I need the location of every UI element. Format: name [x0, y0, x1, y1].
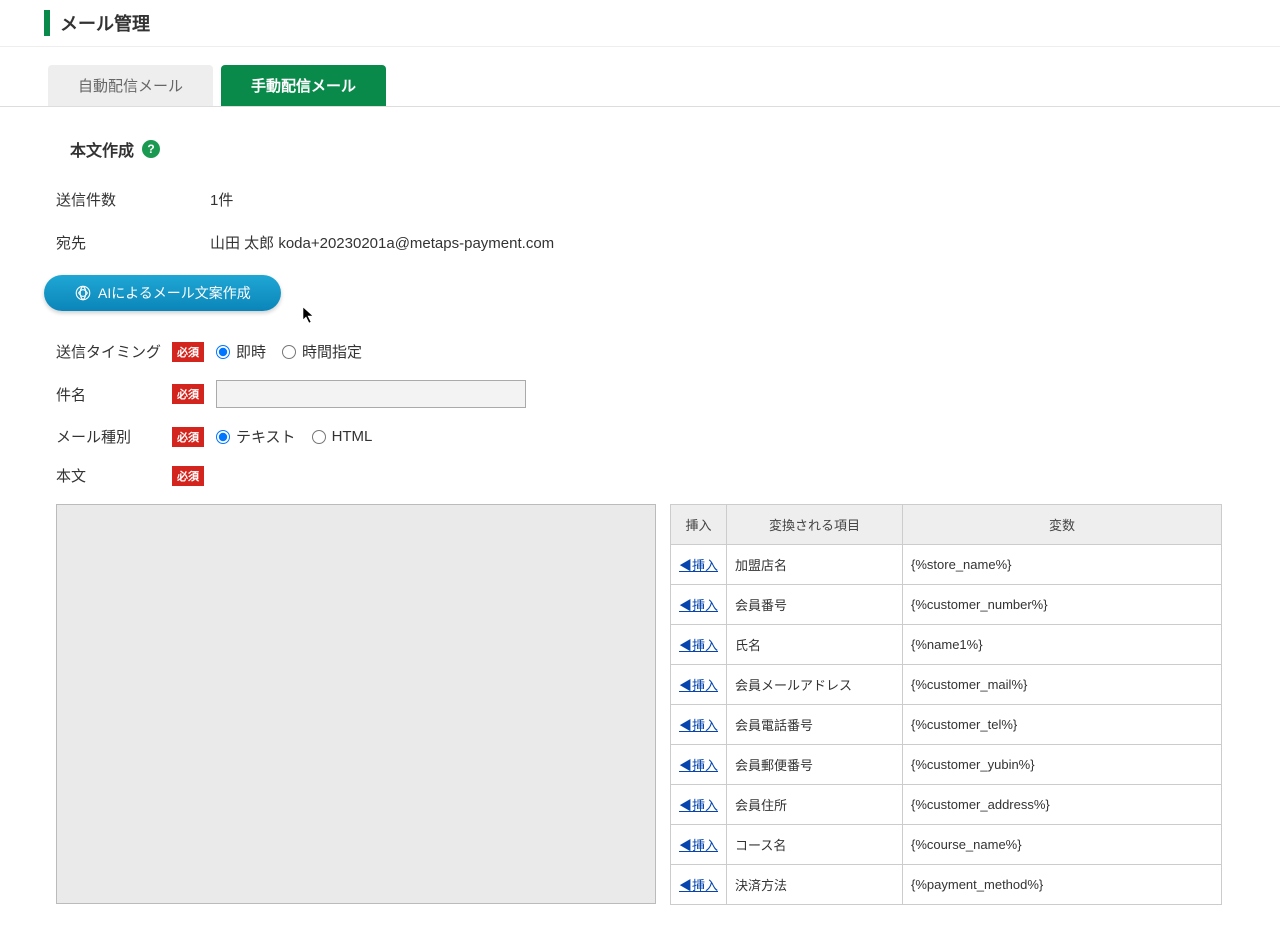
section-heading-text: 本文作成	[70, 137, 134, 161]
var-item: 氏名	[727, 625, 903, 665]
insert-link[interactable]: ◀挿入	[679, 558, 718, 573]
var-code: {%course_name%}	[903, 825, 1222, 865]
required-badge: 必須	[172, 342, 204, 362]
recipient-label: 宛先	[56, 232, 210, 253]
insert-link[interactable]: ◀挿入	[679, 758, 718, 773]
var-item: 会員番号	[727, 585, 903, 625]
mail-type-radio-html-label: HTML	[332, 428, 373, 445]
insert-link[interactable]: ◀挿入	[679, 638, 718, 653]
vars-th-var: 変数	[903, 505, 1222, 545]
insert-link[interactable]: ◀挿入	[679, 798, 718, 813]
subject-input[interactable]	[216, 380, 526, 408]
insert-link[interactable]: ◀挿入	[679, 598, 718, 613]
table-row: ◀挿入会員番号{%customer_number%}	[671, 585, 1222, 625]
send-count-row: 送信件数 1件	[56, 189, 1224, 210]
var-item: 会員電話番号	[727, 705, 903, 745]
mail-type-radio-text-label: テキスト	[236, 426, 296, 447]
mail-type-radio-html[interactable]	[312, 430, 326, 444]
recipient-value: 山田 太郎 koda+20230201a@metaps-payment.com	[210, 232, 554, 253]
timing-radio-immediate[interactable]	[216, 345, 230, 359]
mail-type-row: メール種別 必須 テキスト HTML	[56, 426, 1224, 447]
table-row: ◀挿入会員メールアドレス{%customer_mail%}	[671, 665, 1222, 705]
required-badge: 必須	[172, 466, 204, 486]
timing-radio-scheduled-label: 時間指定	[302, 341, 362, 362]
var-code: {%customer_number%}	[903, 585, 1222, 625]
section-heading: 本文作成 ?	[56, 137, 1224, 161]
timing-radio-scheduled[interactable]	[282, 345, 296, 359]
var-code: {%customer_yubin%}	[903, 745, 1222, 785]
table-row: ◀挿入会員電話番号{%customer_tel%}	[671, 705, 1222, 745]
var-item: 加盟店名	[727, 545, 903, 585]
ai-generate-button[interactable]: AIによるメール文案作成	[44, 275, 281, 311]
vars-th-insert: 挿入	[671, 505, 727, 545]
insert-link[interactable]: ◀挿入	[679, 678, 718, 693]
mail-type-radio-group: テキスト HTML	[216, 426, 382, 447]
body-label: 本文	[56, 465, 172, 486]
mail-type-radio-text[interactable]	[216, 430, 230, 444]
send-count-value: 1件	[210, 189, 233, 210]
required-badge: 必須	[172, 384, 204, 404]
var-item: コース名	[727, 825, 903, 865]
table-row: ◀挿入コース名{%course_name%}	[671, 825, 1222, 865]
timing-radio-immediate-label: 即時	[236, 341, 266, 362]
timing-row: 送信タイミング 必須 即時 時間指定	[56, 341, 1224, 362]
timing-radio-group: 即時 時間指定	[216, 341, 372, 362]
body-textarea[interactable]	[56, 504, 656, 904]
insert-link[interactable]: ◀挿入	[679, 718, 718, 733]
var-item: 会員メールアドレス	[727, 665, 903, 705]
insert-link[interactable]: ◀挿入	[679, 878, 718, 893]
table-row: ◀挿入加盟店名{%store_name%}	[671, 545, 1222, 585]
ai-icon	[74, 284, 92, 302]
table-row: ◀挿入会員郵便番号{%customer_yubin%}	[671, 745, 1222, 785]
var-code: {%customer_address%}	[903, 785, 1222, 825]
subject-row: 件名 必須	[56, 380, 1224, 408]
table-row: ◀挿入決済方法{%payment_method%}	[671, 865, 1222, 905]
var-code: {%customer_tel%}	[903, 705, 1222, 745]
table-row: ◀挿入氏名{%name1%}	[671, 625, 1222, 665]
var-item: 会員住所	[727, 785, 903, 825]
vars-th-item: 変換される項目	[727, 505, 903, 545]
main-section: 本文作成 ? 送信件数 1件 宛先 山田 太郎 koda+20230201a@m…	[0, 107, 1280, 935]
vars-table: 挿入 変換される項目 変数 ◀挿入加盟店名{%store_name%}◀挿入会員…	[670, 504, 1222, 905]
page-header: メール管理	[0, 0, 1280, 47]
var-item: 決済方法	[727, 865, 903, 905]
var-item: 会員郵便番号	[727, 745, 903, 785]
send-count-label: 送信件数	[56, 189, 210, 210]
tab-manual-mail[interactable]: 手動配信メール	[221, 65, 386, 106]
var-code: {%payment_method%}	[903, 865, 1222, 905]
var-code: {%store_name%}	[903, 545, 1222, 585]
body-row: 本文 必須	[56, 465, 1224, 486]
tab-auto-mail[interactable]: 自動配信メール	[48, 65, 213, 106]
mail-type-label: メール種別	[56, 426, 172, 447]
var-code: {%customer_mail%}	[903, 665, 1222, 705]
subject-label: 件名	[56, 384, 172, 405]
tabs: 自動配信メール 手動配信メール	[0, 47, 1280, 107]
table-row: ◀挿入会員住所{%customer_address%}	[671, 785, 1222, 825]
help-icon[interactable]: ?	[142, 140, 160, 158]
recipient-row: 宛先 山田 太郎 koda+20230201a@metaps-payment.c…	[56, 232, 1224, 253]
body-area: 挿入 変換される項目 変数 ◀挿入加盟店名{%store_name%}◀挿入会員…	[56, 504, 1224, 905]
page-title: メール管理	[44, 10, 1280, 36]
insert-link[interactable]: ◀挿入	[679, 838, 718, 853]
ai-button-label: AIによるメール文案作成	[98, 283, 251, 303]
required-badge: 必須	[172, 427, 204, 447]
var-code: {%name1%}	[903, 625, 1222, 665]
timing-label: 送信タイミング	[56, 341, 172, 362]
